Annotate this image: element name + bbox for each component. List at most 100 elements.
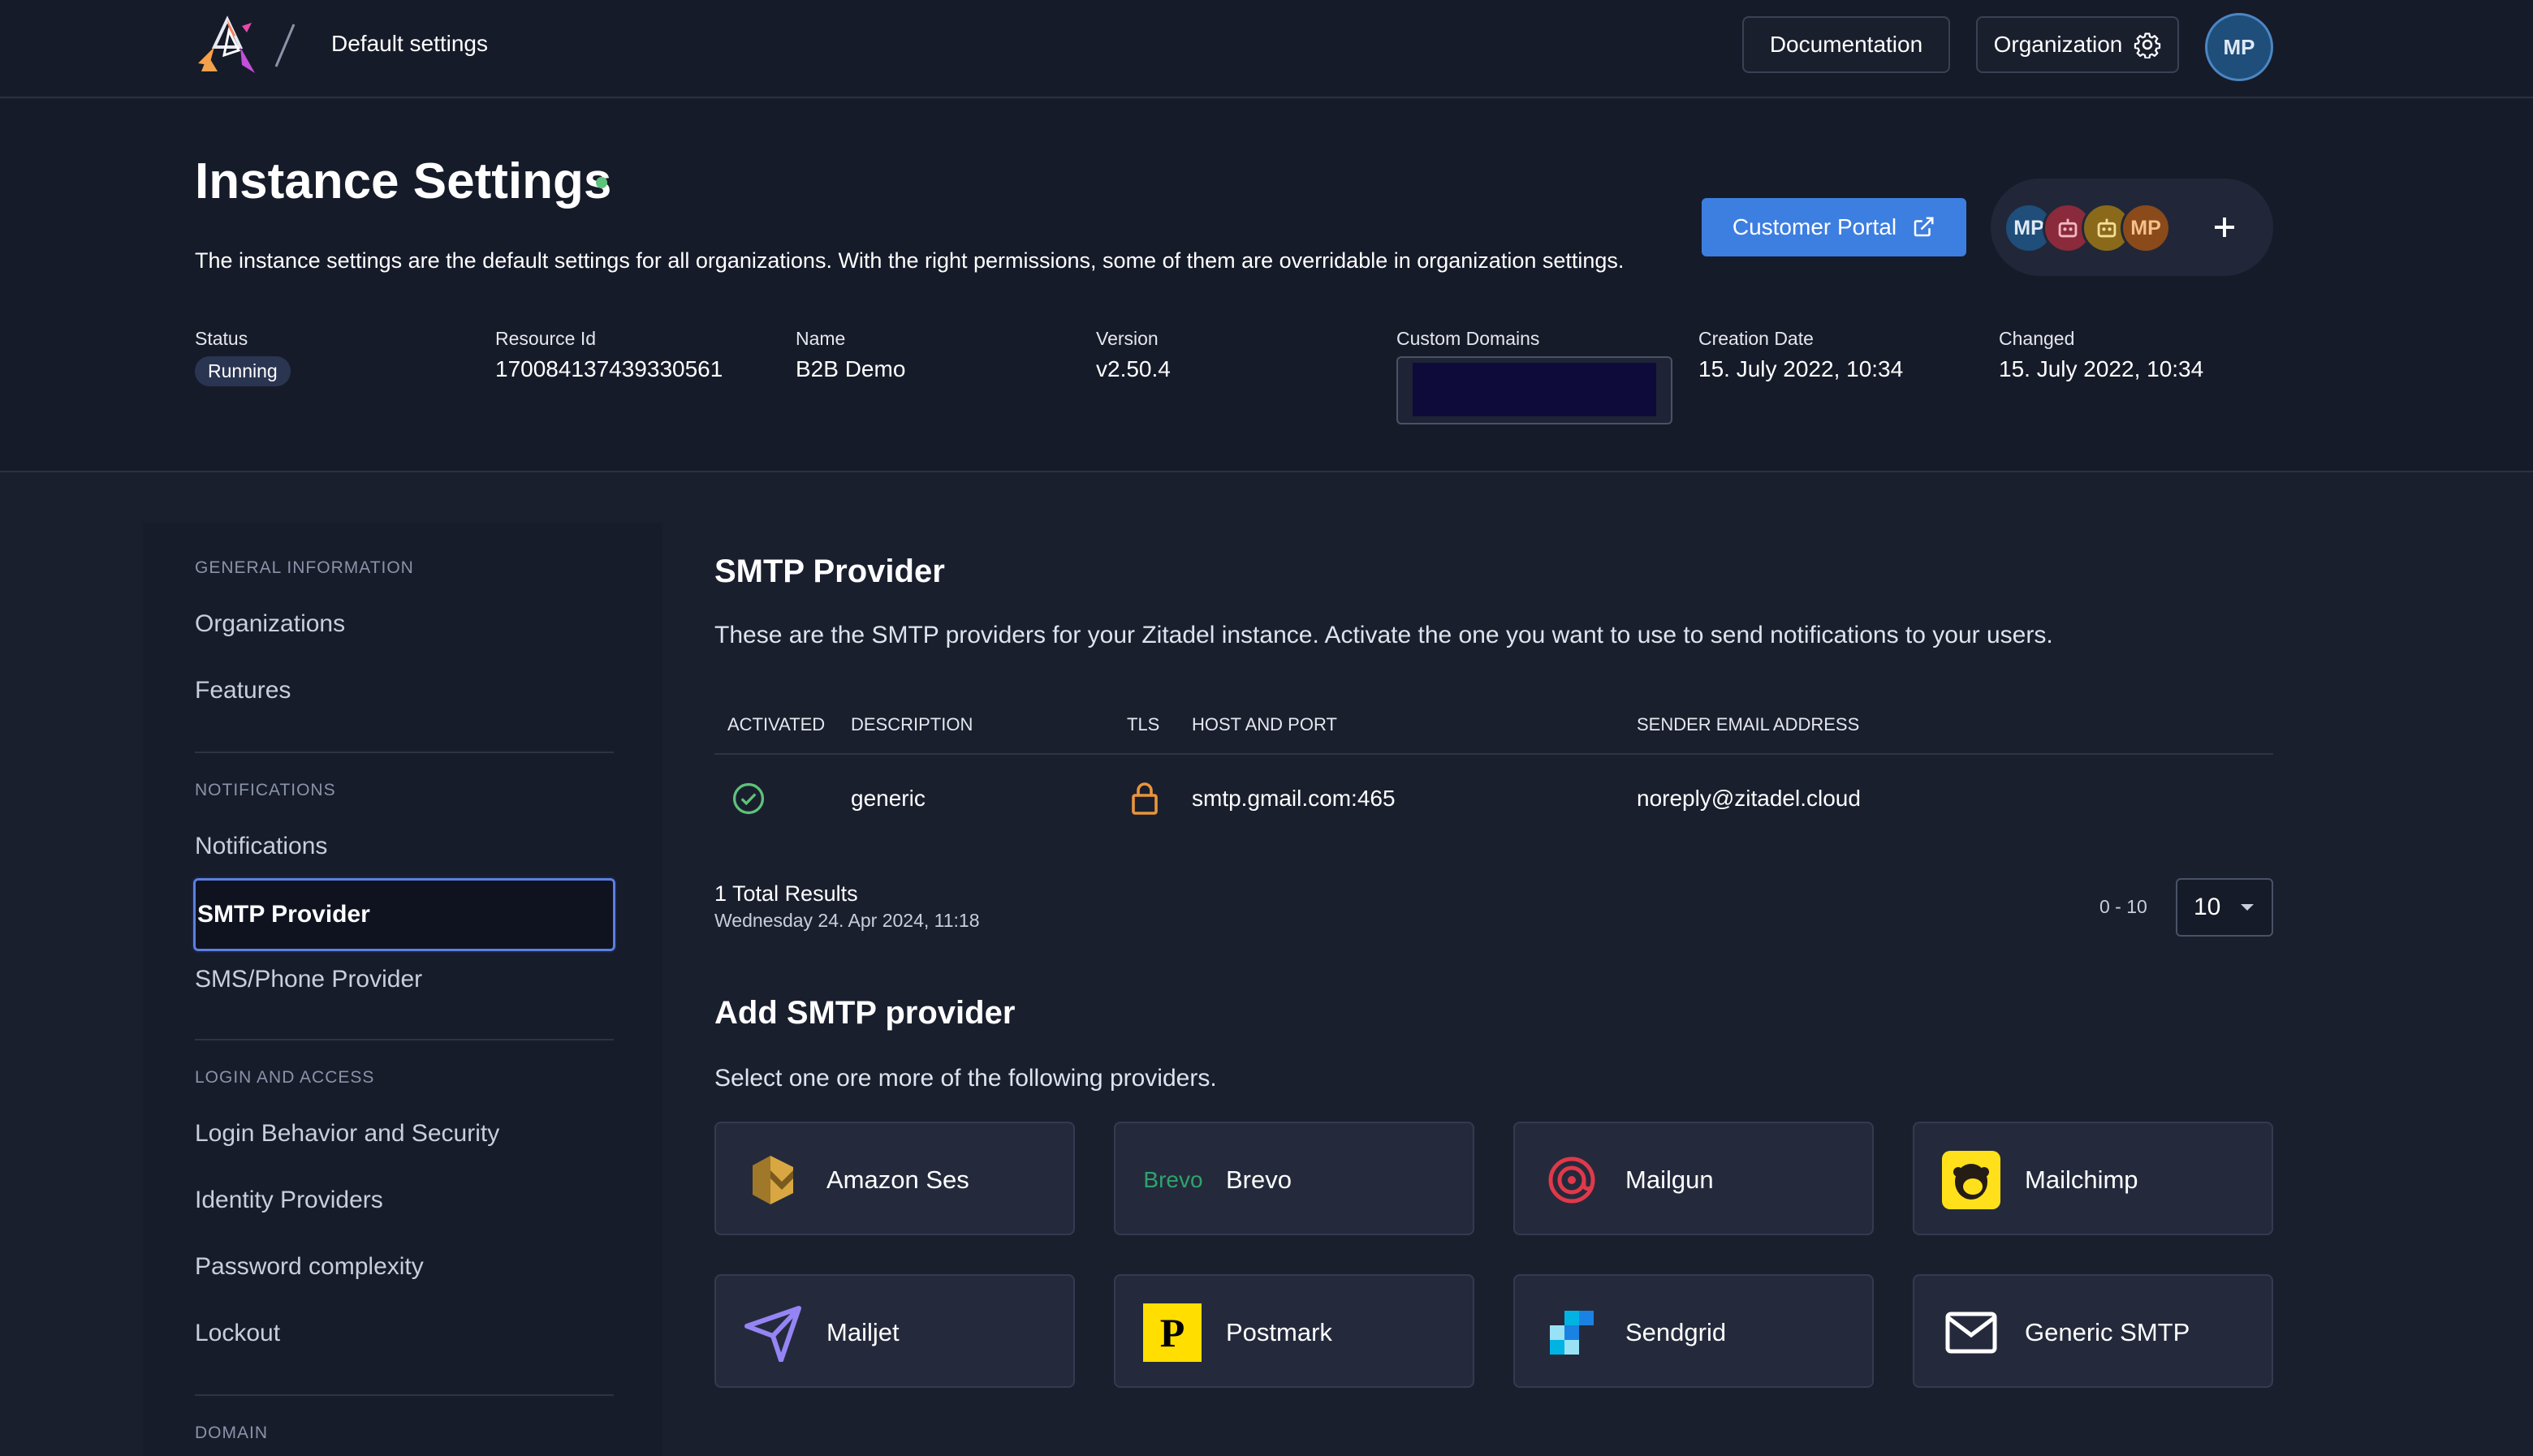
sidebar-divider: [195, 1394, 614, 1396]
instance-members[interactable]: MP MP: [1991, 179, 2273, 276]
zitadel-logo[interactable]: [193, 15, 261, 78]
page-subtitle: The instance settings are the default se…: [195, 248, 1625, 273]
envelope-icon: [1942, 1303, 2000, 1362]
top-bar: Default settings Documentation Organizat…: [0, 0, 2533, 98]
provider-card-postmark[interactable]: P Postmark: [1114, 1274, 1474, 1388]
postmark-icon: P: [1143, 1303, 1202, 1362]
redacted-domain: [1413, 363, 1656, 416]
provider-card-mailchimp[interactable]: Mailchimp: [1913, 1122, 2273, 1235]
provider-card-sendgrid[interactable]: Sendgrid: [1513, 1274, 1874, 1388]
provider-label: Sendgrid: [1625, 1318, 1727, 1346]
info-version: Version v2.50.4: [1096, 328, 1171, 382]
total-results: 1 Total Results: [714, 881, 858, 906]
column-header-host[interactable]: HOST AND PORT: [1192, 714, 1337, 735]
user-avatar[interactable]: MP: [2205, 13, 2273, 81]
provider-label: Mailjet: [826, 1318, 900, 1346]
mailjet-icon: [744, 1303, 802, 1362]
info-name: Name B2B Demo: [796, 328, 905, 382]
page-title: Instance Settings: [195, 153, 612, 209]
info-changed: Changed 15. July 2022, 10:34: [1999, 328, 2203, 382]
gear-icon: [2134, 32, 2161, 58]
pagination-range: 0 - 10: [2099, 896, 2147, 917]
provider-card-brevo[interactable]: Brevo Brevo: [1114, 1122, 1474, 1235]
sidebar-item-smtp-provider[interactable]: SMTP Provider: [192, 877, 617, 953]
lock-icon: [1132, 782, 1158, 815]
sidebar-item-identity-providers[interactable]: Identity Providers: [195, 1187, 383, 1214]
results-summary: 1 Total Results Wednesday 24. Apr 2024, …: [714, 881, 980, 932]
status-badge: Running: [195, 356, 291, 386]
provider-label: Brevo: [1226, 1165, 1292, 1194]
customer-portal-button[interactable]: Customer Portal: [1702, 198, 1966, 256]
provider-label: Postmark: [1226, 1318, 1332, 1346]
sendgrid-icon: [1543, 1303, 1601, 1362]
sidebar-item-password-complexity[interactable]: Password complexity: [195, 1253, 424, 1281]
sidebar-item-lockout[interactable]: Lockout: [195, 1320, 280, 1347]
section-heading-login: LOGIN AND ACCESS: [195, 1068, 375, 1087]
creation-date-label: Creation Date: [1698, 328, 1814, 349]
changed-label: Changed: [1999, 328, 2075, 349]
mailchimp-icon: [1942, 1151, 2000, 1209]
section-heading-general: GENERAL INFORMATION: [195, 558, 414, 577]
settings-sidebar: GENERAL INFORMATION Organizations Featur…: [143, 523, 662, 1456]
provider-label: Amazon Ses: [826, 1165, 969, 1194]
column-header-description[interactable]: DESCRIPTION: [851, 714, 973, 735]
column-header-tls[interactable]: TLS: [1127, 714, 1159, 735]
page-size-select[interactable]: 10: [2176, 878, 2273, 937]
name-value: B2B Demo: [796, 356, 906, 381]
section-heading-notifications: NOTIFICATIONS: [195, 781, 336, 799]
activated-check-icon: [732, 782, 765, 815]
sidebar-item-organizations[interactable]: Organizations: [195, 610, 345, 638]
mailgun-icon: [1543, 1151, 1601, 1209]
breadcrumb-default-settings[interactable]: Default settings: [331, 31, 488, 57]
table-header-divider: [714, 753, 2273, 755]
provider-label: Mailgun: [1625, 1165, 1714, 1194]
custom-domains-label: Custom Domains: [1396, 328, 1540, 349]
instance-header: Instance Settings The instance settings …: [0, 99, 2533, 472]
sidebar-item-features[interactable]: Features: [195, 677, 291, 704]
sidebar-divider: [195, 1039, 614, 1040]
creation-date-value: 15. July 2022, 10:34: [1698, 356, 1904, 381]
organization-label: Organization: [1993, 32, 2123, 57]
provider-card-amazon-ses[interactable]: Amazon Ses: [714, 1122, 1075, 1235]
column-header-activated[interactable]: ACTIVATED: [727, 714, 825, 735]
changed-value: 15. July 2022, 10:34: [1999, 356, 2204, 381]
provider-card-mailjet[interactable]: Mailjet: [714, 1274, 1075, 1388]
section-title: SMTP Provider: [714, 554, 945, 589]
plus-icon: [2215, 218, 2234, 237]
chevron-down-icon: [2241, 904, 2255, 911]
add-provider-title: Add SMTP provider: [714, 995, 1016, 1031]
provider-card-generic-smtp[interactable]: Generic SMTP: [1913, 1274, 2273, 1388]
organization-button[interactable]: Organization: [1976, 16, 2179, 73]
row-host-port: smtp.gmail.com:465: [1192, 786, 1396, 811]
provider-card-mailgun[interactable]: Mailgun: [1513, 1122, 1874, 1235]
section-heading-domain: DOMAIN: [195, 1424, 268, 1442]
customer-portal-label: Customer Portal: [1732, 214, 1897, 239]
provider-label: Generic SMTP: [2025, 1318, 2190, 1346]
status-label: Status: [195, 328, 248, 349]
name-label: Name: [796, 328, 846, 349]
row-sender-email: noreply@zitadel.cloud: [1637, 786, 1861, 811]
sidebar-item-notifications[interactable]: Notifications: [195, 833, 327, 860]
documentation-button[interactable]: Documentation: [1742, 16, 1950, 73]
column-header-sender[interactable]: SENDER EMAIL ADDRESS: [1637, 714, 1859, 735]
info-resource-id: Resource Id 170084137439330561: [495, 328, 723, 382]
info-status: Status Running: [195, 328, 291, 386]
info-creation-date: Creation Date 15. July 2022, 10:34: [1698, 328, 1903, 382]
info-custom-domains: Custom Domains: [1396, 328, 1672, 424]
version-label: Version: [1096, 328, 1159, 349]
member-avatar[interactable]: MP: [2121, 203, 2171, 253]
resource-id-value[interactable]: 170084137439330561: [495, 356, 723, 382]
custom-domains-select[interactable]: [1396, 356, 1672, 424]
results-timestamp: Wednesday 24. Apr 2024, 11:18: [714, 910, 980, 931]
breadcrumb-separator: [274, 24, 296, 67]
provider-label: Mailchimp: [2025, 1165, 2138, 1194]
sidebar-divider: [195, 752, 614, 753]
sidebar-item-login-behavior[interactable]: Login Behavior and Security: [195, 1120, 499, 1148]
row-description: generic: [851, 786, 926, 811]
add-member-button[interactable]: [2200, 203, 2249, 252]
external-link-icon: [1914, 217, 1934, 237]
add-provider-description: Select one ore more of the following pro…: [714, 1065, 1217, 1092]
version-value: v2.50.4: [1096, 356, 1171, 381]
sidebar-item-sms-provider[interactable]: SMS/Phone Provider: [195, 966, 422, 993]
status-indicator-dot: [596, 177, 607, 188]
